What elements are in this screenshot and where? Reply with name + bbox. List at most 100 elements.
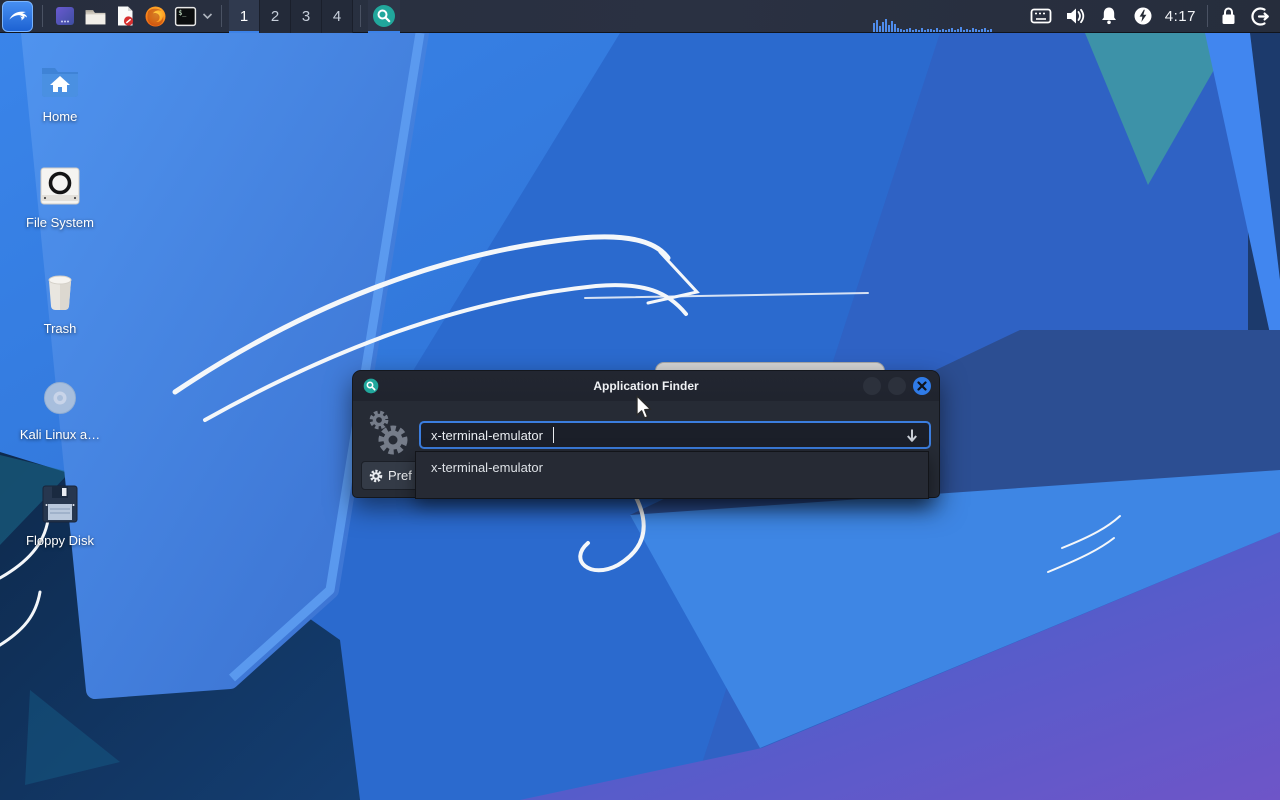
cpu-bar — [887, 24, 890, 32]
power-manager-indicator[interactable] — [1131, 0, 1155, 33]
desktop-icon-label: Floppy Disk — [26, 533, 94, 548]
workspace-button-4[interactable]: 4 — [322, 0, 353, 33]
cpu-bar — [884, 18, 887, 32]
floppy-disk-icon — [42, 485, 78, 523]
text-caret — [552, 427, 554, 443]
panel-clock[interactable]: 4:17 — [1165, 8, 1196, 25]
close-button[interactable] — [913, 377, 931, 395]
cpu-bar — [896, 27, 899, 32]
cpu-bar — [944, 29, 947, 32]
cpu-bar — [953, 29, 956, 32]
desktop-icon-floppy[interactable]: Floppy Disk — [0, 480, 120, 548]
workspace-number: 2 — [270, 7, 280, 25]
kali-logo-icon — [8, 11, 27, 21]
cpu-bar — [938, 29, 941, 32]
cpu-bar — [929, 28, 932, 32]
cpu-bar — [902, 29, 905, 32]
preferences-button-label: Pref — [388, 468, 412, 483]
workspace-number: 4 — [332, 7, 342, 25]
cpu-bar — [899, 28, 902, 32]
cpu-bar — [890, 20, 893, 32]
cdrom-icon — [44, 382, 76, 414]
launcher-window-app[interactable] — [50, 0, 80, 33]
dropdown-arrow-icon[interactable] — [905, 428, 919, 443]
cpu-bar — [980, 28, 983, 32]
terminal-dropdown-toggle[interactable] — [200, 0, 214, 33]
tasklist-application-finder-button[interactable] — [368, 0, 400, 33]
keyboard-icon — [1030, 8, 1052, 24]
active-task-underline — [368, 30, 400, 33]
keyboard-indicator[interactable] — [1029, 0, 1053, 33]
minimize-button[interactable] — [863, 377, 881, 395]
window-title: Application Finder — [593, 379, 699, 393]
workspace-button-3[interactable]: 3 — [291, 0, 322, 33]
window-app-icon — [56, 7, 74, 25]
desktop-icon-label: Trash — [43, 321, 77, 336]
cpu-bar — [926, 28, 929, 32]
close-icon — [917, 381, 927, 391]
cpu-bar — [935, 27, 938, 32]
autocomplete-item[interactable]: x-terminal-emulator — [416, 452, 928, 475]
cpu-bar — [905, 28, 908, 32]
bell-icon — [1101, 7, 1116, 25]
workspace-button-1[interactable]: 1 — [229, 0, 260, 33]
top-panel: $_ 1 2 3 4 4:17 — [0, 0, 1280, 33]
autocomplete-popup: x-terminal-emulator — [415, 451, 929, 499]
launcher-text-editor[interactable] — [110, 0, 140, 33]
cpu-bar — [893, 23, 896, 32]
terminal-icon: $_ — [174, 6, 196, 26]
cpu-bar — [947, 28, 950, 32]
cpu-bar — [923, 29, 926, 32]
desktop-icon-kali-cd[interactable]: Kali Linux a… — [0, 374, 120, 442]
applications-menu-button[interactable] — [2, 0, 33, 32]
cpu-bar — [974, 28, 977, 32]
cpu-bar — [914, 28, 917, 32]
preferences-button[interactable]: Pref — [361, 461, 421, 490]
launcher-firefox[interactable] — [140, 0, 170, 33]
volume-icon — [1066, 8, 1084, 24]
cpu-bar — [932, 29, 935, 32]
lock-icon — [1222, 7, 1234, 24]
search-input[interactable]: x-terminal-emulator — [419, 421, 931, 449]
maximize-button[interactable] — [888, 377, 906, 395]
panel-separator — [42, 5, 43, 27]
cpu-bar — [917, 29, 920, 32]
gears-icon — [369, 410, 408, 455]
cpu-bar — [977, 29, 980, 32]
logout-icon — [1250, 6, 1269, 26]
cpu-bar — [959, 26, 962, 32]
desktop-icon-label: Home — [42, 109, 78, 124]
terminal-prompt-glyph: $_ — [178, 8, 187, 16]
cpu-history-graph[interactable] — [872, 0, 1009, 33]
volume-indicator[interactable] — [1063, 0, 1087, 33]
cpu-bar — [941, 28, 944, 32]
notifications-indicator[interactable] — [1097, 0, 1121, 33]
search-icon — [373, 5, 395, 27]
desktop-icon-label: File System — [26, 215, 94, 230]
cpu-bar — [872, 22, 875, 32]
desktop-icon-trash[interactable]: Trash — [0, 268, 120, 336]
launcher-terminal[interactable]: $_ — [170, 0, 200, 33]
power-lightning-icon — [1134, 7, 1152, 25]
logout-button[interactable] — [1248, 0, 1272, 33]
cpu-bar — [986, 29, 989, 32]
cpu-bar — [878, 25, 881, 32]
cpu-bar — [875, 19, 878, 32]
launcher-file-manager[interactable] — [80, 0, 110, 33]
panel-separator — [221, 5, 222, 27]
cpu-bar — [911, 29, 914, 32]
hard-drive-icon — [40, 167, 80, 205]
home-folder-icon — [42, 68, 78, 97]
lock-screen-button[interactable] — [1216, 0, 1240, 33]
desktop-icon-file-system[interactable]: File System — [0, 162, 120, 230]
cpu-bar — [983, 27, 986, 32]
workspace-button-2[interactable]: 2 — [260, 0, 291, 33]
desktop-icon-label: Kali Linux a… — [19, 427, 101, 442]
panel-separator — [1207, 5, 1208, 27]
desktop-icon-home[interactable]: Home — [0, 56, 120, 124]
trash-icon — [48, 275, 72, 310]
workspace-switcher: 1 2 3 4 — [229, 0, 353, 33]
firefox-icon — [145, 5, 165, 26]
window-search-icon — [363, 378, 379, 394]
cpu-bar — [971, 27, 974, 32]
